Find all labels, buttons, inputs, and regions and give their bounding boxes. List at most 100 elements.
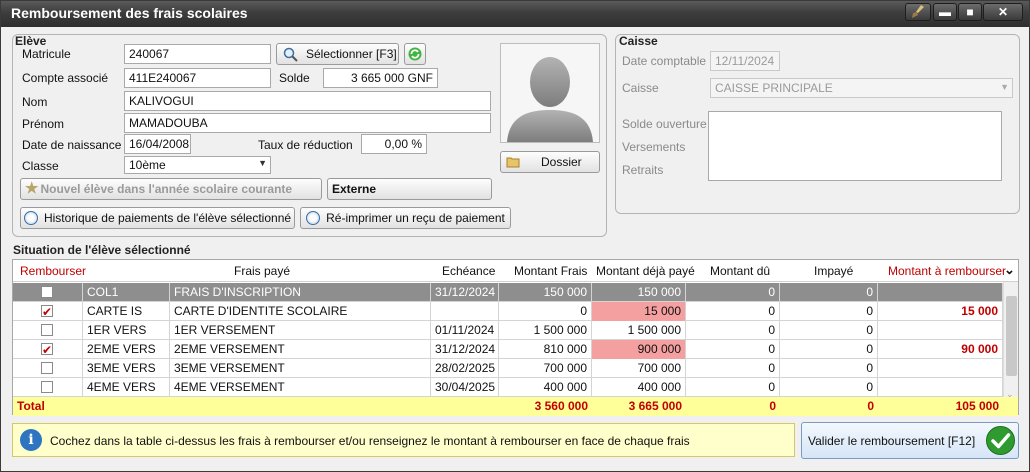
externe-button[interactable]: Externe: [327, 178, 492, 200]
table-row[interactable]: CARTE ISCARTE D'IDENTITE SCOLAIRE015 000…: [13, 302, 1003, 321]
col-montant-du[interactable]: Montant dû: [710, 264, 770, 278]
versements-label: Versements: [622, 140, 686, 154]
externe-label: Externe: [332, 182, 377, 196]
rembourser-cell[interactable]: [13, 340, 83, 359]
col-frais-paye[interactable]: Frais payé: [234, 264, 290, 278]
classe-select[interactable]: 10ème ▼: [124, 156, 271, 174]
caisse-select[interactable]: CAISSE PRINCIPALE ▼: [710, 78, 1013, 98]
cell-echeance: 30/04/2025: [431, 378, 499, 397]
naissance-field[interactable]: 16/04/2008: [124, 134, 191, 154]
col-montant-paye[interactable]: Montant déjà payé: [596, 264, 695, 278]
rembourser-checkbox[interactable]: [41, 341, 53, 359]
cell-paye: 1 500 000: [592, 321, 686, 340]
table-row[interactable]: 4EME VERS 4EME VERSEMENT 30/04/2025 400 000…: [13, 378, 1003, 397]
info-bar: i Cochez dans la table ci-dessus les fra…: [12, 423, 795, 457]
cell-echeance: 28/02/2025: [431, 359, 499, 378]
solde-label: Solde: [279, 71, 310, 85]
chevron-down-icon: ▼: [1000, 82, 1009, 92]
dossier-button[interactable]: Dossier: [500, 151, 600, 173]
table-scrollbar[interactable]: ⌄: [1003, 282, 1018, 400]
total-label: Total: [17, 399, 45, 413]
classe-label: Classe: [22, 159, 59, 173]
total-rembourser: 105 000: [955, 399, 999, 413]
rembourser-checkbox[interactable]: [41, 286, 53, 298]
cell-frais: 0: [499, 302, 592, 321]
minimize-icon[interactable]: ▬: [933, 3, 957, 21]
col-montant-rembourser[interactable]: Montant à rembourser: [888, 264, 1006, 278]
cell-frais: 150 000: [499, 283, 592, 302]
cell-echeance: 31/12/2024: [431, 283, 499, 302]
total-impaye: 0: [867, 399, 874, 413]
col-impaye[interactable]: Impayé: [814, 264, 853, 278]
scrollbar-thumb[interactable]: [1006, 296, 1017, 376]
cell-code: COL1: [83, 283, 170, 302]
cell-rembourser[interactable]: [878, 283, 1003, 302]
cell-impaye: 0: [780, 283, 878, 302]
broom-icon[interactable]: [905, 3, 931, 21]
cell-impaye: 0: [780, 378, 878, 397]
cell-du: 0: [686, 378, 780, 397]
taux-label: Taux de réduction: [258, 138, 353, 152]
cell-du: 0: [686, 321, 780, 340]
table-header: Rembourser Frais payé Echéance Montant F…: [13, 260, 1018, 282]
rembourser-cell[interactable]: [13, 359, 83, 378]
validate-button[interactable]: Valider le remboursement [F12]: [801, 422, 1019, 459]
col-echeance[interactable]: Echéance: [442, 264, 495, 278]
cell-rembourser[interactable]: [878, 378, 1003, 397]
table-row[interactable]: COL1 FRAIS D'INSCRIPTION 31/12/2024 150 000…: [13, 283, 1003, 302]
col-montant-frais[interactable]: Montant Frais: [514, 264, 587, 278]
dossier-label: Dossier: [541, 155, 582, 169]
folder-icon: [506, 155, 520, 172]
naissance-label: Date de naissance: [22, 138, 122, 152]
rembourser-cell[interactable]: [13, 378, 83, 397]
cell-rembourser[interactable]: [878, 321, 1003, 340]
rembourser-cell[interactable]: [13, 283, 83, 302]
rembourser-checkbox[interactable]: [41, 381, 53, 393]
situation-table: Rembourser Frais payé Echéance Montant F…: [12, 259, 1019, 416]
cell-du: 0: [686, 340, 780, 359]
prenom-label: Prénom: [22, 117, 65, 131]
history-button[interactable]: Historique de paiements de l'élève sélec…: [20, 207, 295, 229]
select-student-label: Sélectionner [F3]: [306, 47, 397, 61]
rembourser-checkbox[interactable]: [41, 324, 53, 336]
rembourser-checkbox[interactable]: [41, 362, 53, 374]
rembourser-checkbox[interactable]: [41, 303, 53, 321]
caisse-label: Caisse: [622, 81, 659, 95]
date-comptable-field[interactable]: 12/11/2024: [710, 51, 780, 71]
cell-du: 0: [686, 302, 780, 321]
table-row[interactable]: 1ER VERS 1ER VERSEMENT 01/11/2024 1 500 000…: [13, 321, 1003, 340]
caisse-summary-box: [708, 111, 1002, 181]
rembourser-cell[interactable]: [13, 321, 83, 340]
new-student-button[interactable]: ★ Nouvel élève dans l'année scolaire cour…: [20, 178, 322, 200]
caisse-value: CAISSE PRINCIPALE: [715, 81, 833, 95]
cell-frais: 810 000: [499, 340, 592, 359]
cell-rembourser[interactable]: 90 000: [878, 340, 1003, 359]
reprint-button[interactable]: Ré-imprimer un reçu de paiement: [300, 207, 511, 229]
refresh-icon: [407, 46, 423, 64]
cell-code: 2EME VERS: [83, 340, 170, 359]
table-row[interactable]: 2EME VERS2EME VERSEMENT31/12/2024810 000…: [13, 340, 1003, 359]
select-student-button[interactable]: Sélectionner [F3]: [276, 43, 399, 65]
matricule-field[interactable]: 240067: [124, 44, 271, 64]
reprint-icon: [306, 211, 321, 225]
maximize-icon[interactable]: ■: [958, 3, 982, 21]
cell-rembourser[interactable]: 15 000: [878, 302, 1003, 321]
cell-impaye: 0: [780, 302, 878, 321]
taux-field[interactable]: 0,00 %: [361, 134, 427, 154]
col-rembourser[interactable]: Rembourser: [20, 264, 86, 278]
refresh-button[interactable]: [404, 43, 426, 65]
cell-impaye: 0: [780, 321, 878, 340]
student-photo: [500, 43, 600, 143]
solde-field[interactable]: 3 665 000 GNF: [323, 68, 438, 88]
double-chevron-down-icon[interactable]: ⌄: [1004, 262, 1015, 278]
cell-rembourser[interactable]: [878, 359, 1003, 378]
prenom-field[interactable]: MAMADOUBA: [124, 113, 491, 133]
table-row[interactable]: 3EME VERS 3EME VERSEMENT 28/02/2025 700 000…: [13, 359, 1003, 378]
rembourser-cell[interactable]: [13, 302, 83, 321]
reprint-label: Ré-imprimer un reçu de paiement: [326, 211, 505, 225]
close-icon[interactable]: ✕: [983, 3, 1023, 21]
retraits-label: Retraits: [622, 163, 664, 177]
nom-field[interactable]: KALIVOGUI: [124, 91, 491, 111]
compte-field[interactable]: 411E240067: [124, 68, 271, 88]
info-icon: i: [20, 429, 42, 451]
